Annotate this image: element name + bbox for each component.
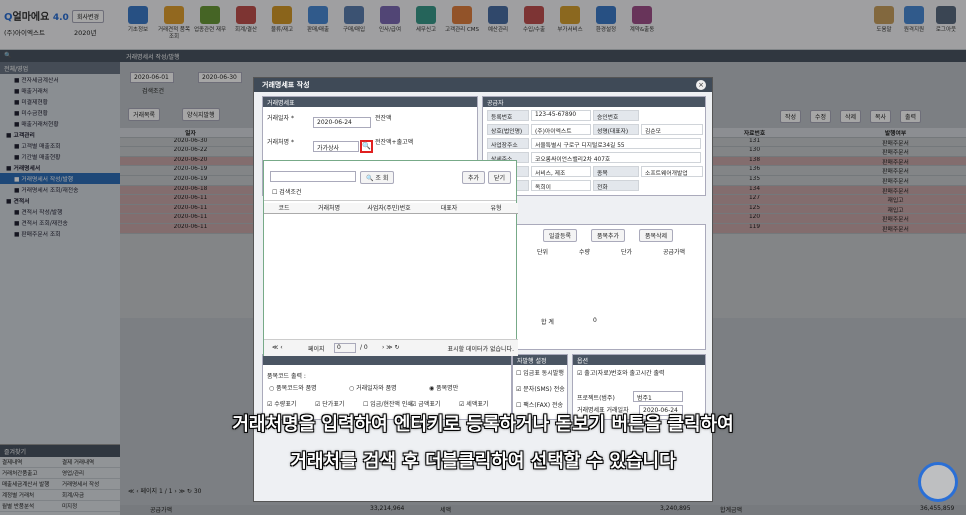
print-radio[interactable]: ○ 거래일자와 품명 [349,383,397,392]
date-field[interactable]: 2020-06-24 [313,117,371,128]
item-button-0[interactable]: 일괄등록 [543,229,578,242]
print-radio[interactable]: ○ 품목코드와 품명 [269,383,317,392]
items-section: 일괄등록 품목추가 품목삭제 단위 수량 단가 공급가액 합 계 0 [512,224,706,350]
item-button-2[interactable]: 품목삭제 [639,229,674,242]
pager-nav[interactable]: ≪ ‹ [272,344,283,351]
supplier-cell: 김순모 [641,124,703,135]
empty-message: 표시할 데이터가 없습니다. [447,346,514,353]
popup-search-input[interactable] [270,171,356,182]
popup-add-button[interactable]: 추가 [462,171,486,184]
supplier-cell: 사업장주소 [487,138,529,149]
pager-nav-next[interactable]: › ≫ ↻ [382,344,400,351]
supplier-cell: 소프트웨어개발업 [641,166,703,177]
prev-balance-label: 전잔액+출고액 [375,139,414,146]
supplier-cell: 123-45-67890 [531,110,591,121]
item-header: 수량 [579,249,591,256]
client-field[interactable]: 가가상사 [313,141,359,152]
print-check[interactable]: ☑ 수량표기 [267,399,296,408]
caption-line-1: 거래처명을 입력하여 엔터키로 등록하거나 돋보기 버튼을 클릭하여 [232,414,734,435]
date-label: 거래일자 * [267,115,294,122]
extra-title: 옵션 [573,355,705,365]
invoice-section-title: 거래명세표 [263,97,477,107]
popup-cond-check[interactable]: ☐ 검색조건 [272,187,301,196]
total-value: 0 [593,317,597,324]
send-title: 자발행 설정 [513,355,567,365]
supplier-cell: 상호(법인명) [487,124,529,135]
supplier-cell: 옥희이 [531,180,591,191]
popup-search-button[interactable]: 🔍 조 회 [360,171,395,184]
supplier-title: 공급자 [483,97,705,107]
total-label: 합 계 [541,319,554,326]
send-check[interactable]: ☐ 입금표 동시발행 [516,368,564,377]
print-radio[interactable]: ◉ 품목명만 [429,383,458,392]
popup-table-header: 코드 거래처명 사업자(주민)번호 대표자 유형 [264,203,518,214]
code-print-label: 품목코드 출력 : [267,373,306,380]
print-options-title [263,355,511,365]
item-button-1[interactable]: 품목추가 [591,229,626,242]
supplier-cell: 서울특별시 구로구 디지털로34길 55 [531,138,701,149]
caption-line-2: 거래처를 검색 후 더블클릭하여 선택할 수 있습니다 [290,451,676,472]
supplier-cell: 종목 [593,166,639,177]
client-label: 거래처명 * [267,139,294,146]
opt-check[interactable]: ☑ 출고(자료)번호와 출고시간 출력 [577,368,665,377]
close-icon[interactable]: × [696,80,706,90]
supplier-cell: 전화 [593,180,639,191]
send-check[interactable]: ☑ 문자(SMS) 전송 [516,384,565,393]
client-search-popup: 🔍 조 회 추가 닫기 ☐ 검색조건 코드 거래처명 사업자(주민)번호 대표자 유형 … [263,160,518,356]
item-header: 단위 [537,249,549,256]
supplier-cell: 서비스, 제조 [531,166,591,177]
print-check[interactable]: ☑ 세액표기 [459,399,488,408]
supplier-cell: (주)아이엑스트 [531,124,591,135]
project-field[interactable]: 범주1 [633,391,683,402]
project-label: 프로젝트(범주) [577,395,615,402]
popup-toolbar: 🔍 조 회 추가 닫기 ☐ 검색조건 [264,161,516,201]
print-check[interactable]: ☑ 금액표기 [411,399,440,408]
item-header: 공급가액 [663,249,686,256]
print-check[interactable]: ☑ 단가표기 [315,399,344,408]
item-header: 단가 [621,249,633,256]
pager-input[interactable]: 0 [334,343,356,353]
dialog-title: 거래명세표 작성 [254,78,712,92]
watermark-search-icon [918,462,958,502]
popup-close-button[interactable]: 닫기 [488,171,512,184]
send-check[interactable]: ☐ 팩스(FAX) 전송 [516,400,563,409]
supplier-cell: 등록번호 [487,110,529,121]
memo-label: 전잔액 [375,115,392,122]
supplier-cell: 성명(대표자) [593,124,639,135]
supplier-cell: 승인번호 [593,110,639,121]
print-check[interactable]: ☐ 입금/현잔액 인쇄 [363,399,413,408]
magnifier-search-icon[interactable]: 🔍 [360,140,373,153]
supplier-cell: 코오롱싸이언스밸리2차 407호 [531,152,701,163]
popup-pager: ≪ ‹ 페이지 0 / 0 › ≫ ↻ 표시할 데이터가 없습니다. [264,339,518,356]
